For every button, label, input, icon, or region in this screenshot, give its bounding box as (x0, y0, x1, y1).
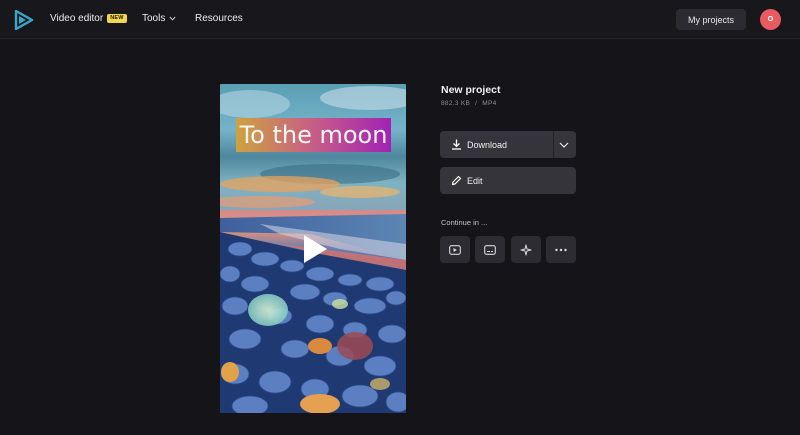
continue-ai-button[interactable] (511, 236, 541, 263)
chevron-down-icon (169, 16, 176, 21)
nav-resources[interactable]: Resources (195, 13, 243, 24)
continue-video-editor-button[interactable] (440, 236, 470, 263)
edit-label: Edit (467, 176, 483, 186)
continue-in-label: Continue in ... (441, 218, 488, 227)
nav-video-editor[interactable]: Video editor NEW (50, 13, 127, 24)
download-label: Download (467, 140, 508, 150)
video-preview[interactable]: To the moon (220, 84, 406, 413)
video-caption-text: To the moon (236, 118, 391, 152)
button-divider (553, 131, 554, 158)
project-meta: 882.3 KB / MP4 (441, 100, 497, 107)
edit-button[interactable]: Edit (440, 167, 576, 194)
pencil-icon (451, 175, 462, 186)
file-size: 882.3 KB (441, 100, 471, 107)
project-title: New project (441, 84, 501, 96)
sparkles-icon (520, 244, 532, 255)
more-options-button[interactable] (546, 236, 576, 263)
file-format: MP4 (482, 100, 497, 107)
avatar[interactable]: O (760, 9, 781, 30)
logo-icon[interactable] (14, 10, 34, 30)
download-button[interactable]: Download (440, 131, 576, 158)
nav-tools-label: Tools (142, 13, 166, 24)
continue-subtitles-button[interactable] (475, 236, 505, 263)
top-navigation-bar: Video editor NEW Tools Resources My proj… (0, 0, 800, 39)
play-icon[interactable] (302, 234, 328, 264)
download-icon (452, 139, 461, 150)
my-projects-button[interactable]: My projects (676, 9, 746, 30)
more-horizontal-icon (555, 248, 567, 251)
nav-resources-label: Resources (195, 13, 243, 24)
nav-tools-menu[interactable]: Tools (142, 13, 176, 24)
subtitles-icon (484, 244, 496, 255)
new-badge: NEW (107, 14, 127, 23)
meta-separator: / (475, 100, 478, 107)
chevron-down-icon[interactable] (559, 142, 569, 148)
nav-video-editor-label: Video editor (50, 13, 104, 24)
video-editor-icon (449, 244, 461, 255)
